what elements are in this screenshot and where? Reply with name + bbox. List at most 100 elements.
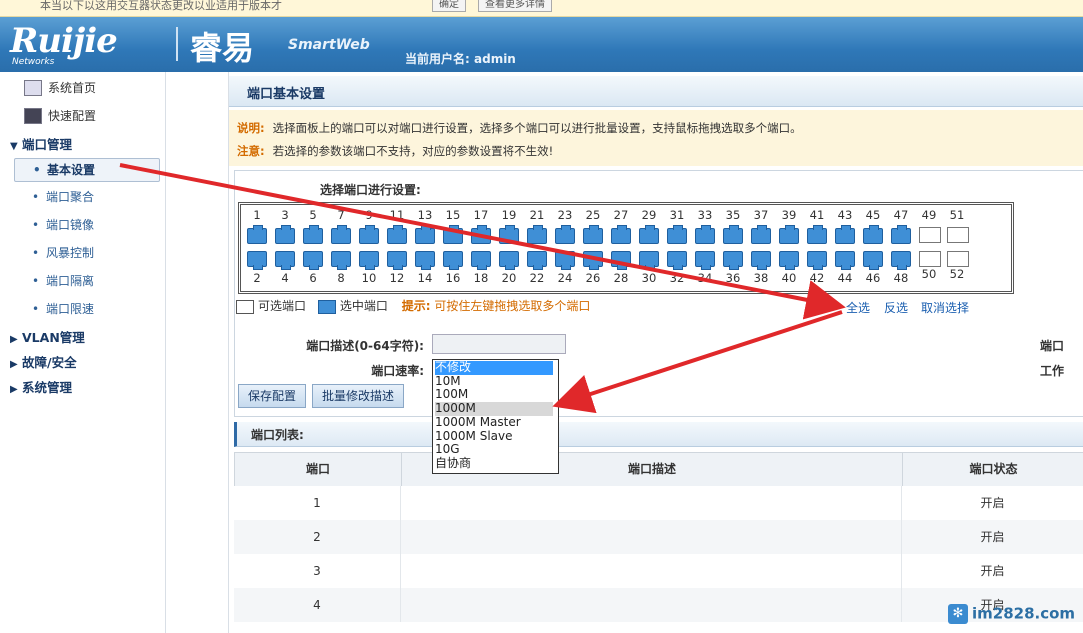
- ethernet-port[interactable]: [303, 225, 323, 244]
- ethernet-port[interactable]: [471, 225, 491, 244]
- port-number-label: 1: [253, 208, 261, 222]
- ethernet-port[interactable]: [751, 225, 771, 244]
- column-header-port[interactable]: 端口: [234, 452, 402, 487]
- ethernet-port[interactable]: [527, 225, 547, 244]
- ethernet-port[interactable]: [611, 251, 631, 270]
- table-row[interactable]: 2 开启: [234, 520, 1083, 554]
- sidebar-item-storm-control[interactable]: • 风暴控制: [32, 242, 152, 264]
- ethernet-port[interactable]: [863, 225, 883, 244]
- ethernet-port[interactable]: [415, 251, 435, 270]
- ethernet-port[interactable]: [555, 251, 575, 270]
- column-header-status[interactable]: 端口状态: [902, 452, 1083, 487]
- sidebar-item-home[interactable]: 系统首页: [24, 77, 154, 99]
- ethernet-port[interactable]: [723, 251, 743, 270]
- port-number-label: 23: [557, 208, 573, 222]
- ethernet-port[interactable]: [779, 225, 799, 244]
- table-row[interactable]: 3 开启: [234, 554, 1083, 588]
- speed-option[interactable]: 10G: [435, 443, 553, 457]
- deselect-link[interactable]: 取消选择: [921, 299, 969, 316]
- ethernet-port[interactable]: [891, 225, 911, 244]
- ethernet-port[interactable]: [807, 251, 827, 270]
- port-number-label: 41: [809, 208, 825, 222]
- ethernet-port[interactable]: [667, 225, 687, 244]
- speed-option[interactable]: 1000M Slave: [435, 429, 553, 444]
- notice-details-button[interactable]: 查看更多详情: [478, 0, 552, 12]
- ethernet-port[interactable]: [527, 251, 547, 270]
- ethernet-port[interactable]: [499, 225, 519, 244]
- sidebar-item-port-mirror[interactable]: • 端口镜像: [32, 214, 152, 236]
- sidebar-group-port-management[interactable]: ▼ 端口管理: [10, 134, 72, 156]
- sidebar-item-rate-limit[interactable]: • 端口限速: [32, 298, 152, 320]
- ethernet-port[interactable]: [443, 225, 463, 244]
- ethernet-port[interactable]: [835, 225, 855, 244]
- sfp-port[interactable]: [947, 227, 969, 243]
- speed-option[interactable]: 自协商: [435, 457, 553, 471]
- ethernet-port[interactable]: [331, 225, 351, 244]
- ethernet-port[interactable]: [723, 225, 743, 244]
- ethernet-port[interactable]: [359, 225, 379, 244]
- select-all-link[interactable]: 全选: [846, 299, 870, 316]
- logo-text: Ruijie: [10, 21, 118, 61]
- ethernet-port[interactable]: [275, 251, 295, 270]
- sidebar-item-port-aggregation[interactable]: • 端口聚合: [32, 186, 152, 208]
- ethernet-port[interactable]: [751, 251, 771, 270]
- speed-option[interactable]: 10M: [435, 374, 553, 389]
- ethernet-port[interactable]: [331, 251, 351, 270]
- port-panel[interactable]: 1 3 5 7 9 11 13 15 17 19 21 23 25 27 29 31 33 35 37 39 41 43 4…: [238, 202, 1014, 294]
- ethernet-port[interactable]: [695, 251, 715, 270]
- sfp-port[interactable]: [919, 227, 941, 243]
- ethernet-port[interactable]: [611, 225, 631, 244]
- port-speed-dropdown[interactable]: 不修改 10M 100M 1000M 1000M Master 1000M Slave 10…: [432, 359, 559, 474]
- ethernet-port[interactable]: [555, 225, 575, 244]
- ethernet-port[interactable]: [863, 251, 883, 270]
- ethernet-port[interactable]: [471, 251, 491, 270]
- ethernet-port[interactable]: [779, 251, 799, 270]
- ethernet-port[interactable]: [443, 251, 463, 270]
- ethernet-port[interactable]: [695, 225, 715, 244]
- ethernet-port[interactable]: [583, 251, 603, 270]
- notice-confirm-button[interactable]: 确定: [432, 0, 466, 12]
- ethernet-port[interactable]: [583, 225, 603, 244]
- logo-cn: 睿易: [190, 29, 255, 67]
- ethernet-port[interactable]: [359, 251, 379, 270]
- ethernet-port[interactable]: [247, 251, 267, 270]
- port-number-label: 12: [389, 271, 405, 285]
- ethernet-port[interactable]: [667, 251, 687, 270]
- ethernet-port[interactable]: [387, 225, 407, 244]
- sidebar-group-system[interactable]: ▶ 系统管理: [10, 377, 72, 399]
- ethernet-port[interactable]: [387, 251, 407, 270]
- ethernet-port[interactable]: [499, 251, 519, 270]
- port-list-header: 端口列表:: [234, 422, 1083, 447]
- ethernet-port[interactable]: [835, 251, 855, 270]
- speed-option[interactable]: 100M: [435, 388, 553, 402]
- batch-edit-desc-button[interactable]: 批量修改描述: [312, 384, 405, 408]
- port-number-label: 34: [697, 271, 713, 285]
- sidebar-group-fault-security[interactable]: ▶ 故障/安全: [10, 352, 77, 374]
- bullet-icon: •: [32, 218, 40, 232]
- warning-line: 注意: 若选择的参数该端口不支持，对应的参数设置将不生效!: [237, 143, 553, 159]
- sidebar-item-basic-settings[interactable]: • 基本设置: [14, 158, 160, 182]
- port-description-input[interactable]: [432, 334, 566, 354]
- ethernet-port[interactable]: [891, 251, 911, 270]
- ethernet-port[interactable]: [247, 225, 267, 244]
- sfp-port[interactable]: [919, 251, 941, 267]
- speed-option[interactable]: 1000M Master: [435, 416, 553, 430]
- sidebar-item-quick-config[interactable]: 快速配置: [24, 105, 154, 127]
- speed-option[interactable]: 1000M: [435, 402, 553, 416]
- sfp-port[interactable]: [947, 251, 969, 267]
- port-number-label: 30: [641, 271, 657, 285]
- hint-text: 可按住左键拖拽选取多个端口: [434, 299, 591, 313]
- save-config-button[interactable]: 保存配置: [238, 384, 307, 408]
- ethernet-port[interactable]: [303, 251, 323, 270]
- ethernet-port[interactable]: [639, 251, 659, 270]
- speed-option[interactable]: 不修改: [435, 361, 553, 375]
- invert-selection-link[interactable]: 反选: [884, 299, 908, 316]
- port-number-label: 28: [613, 271, 629, 285]
- sidebar-group-vlan[interactable]: ▶ VLAN管理: [10, 327, 85, 349]
- ethernet-port[interactable]: [639, 225, 659, 244]
- ethernet-port[interactable]: [807, 225, 827, 244]
- ethernet-port[interactable]: [415, 225, 435, 244]
- ethernet-port[interactable]: [275, 225, 295, 244]
- table-row[interactable]: 1 开启: [234, 486, 1083, 520]
- sidebar-item-port-isolation[interactable]: • 端口隔离: [32, 270, 152, 292]
